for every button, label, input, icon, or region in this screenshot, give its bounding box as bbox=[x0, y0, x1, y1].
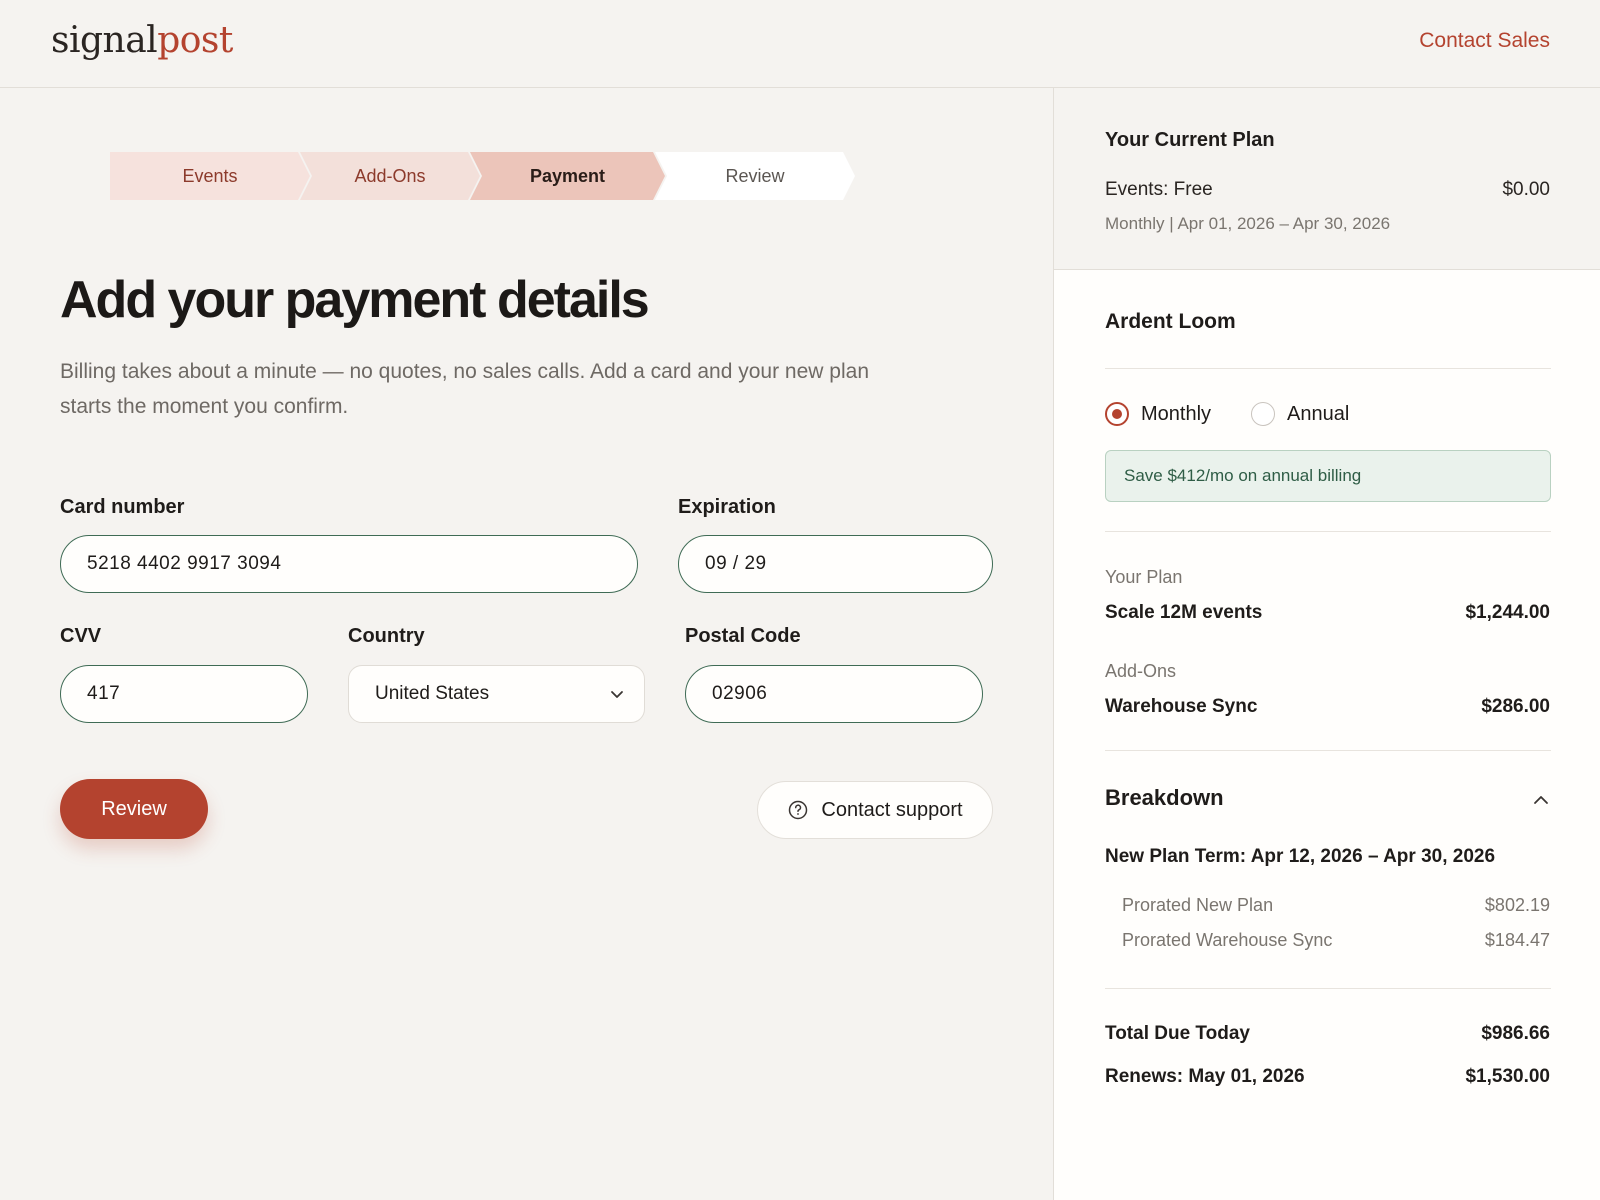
expiration-value: 09 / 29 bbox=[705, 553, 767, 574]
contact-support-button[interactable]: Contact support bbox=[757, 781, 993, 839]
logo[interactable]: signalpost bbox=[51, 20, 233, 61]
postal-code-label: Postal Code bbox=[685, 625, 801, 647]
annual-savings-text: Save $412/mo on annual billing bbox=[1124, 466, 1362, 485]
payment-main: Events Add-Ons Payment Review Add your p… bbox=[0, 88, 1053, 1200]
cvv-label: CVV bbox=[60, 625, 102, 647]
contact-support-label: Contact support bbox=[821, 798, 963, 821]
logo-text-post: post bbox=[157, 20, 233, 61]
contact-sales-link[interactable]: Contact Sales bbox=[1419, 29, 1550, 53]
prorated-plan-value: $802.19 bbox=[1484, 895, 1550, 915]
step-events-label: Events bbox=[182, 165, 238, 186]
radio-monthly-label: Monthly bbox=[1141, 402, 1212, 425]
country-select[interactable]: United States bbox=[348, 665, 645, 723]
renews-label: Renews: May 01, 2026 bbox=[1105, 1066, 1305, 1087]
current-plan-title: Your Current Plan bbox=[1105, 129, 1275, 151]
chevron-down-icon bbox=[611, 691, 623, 698]
logo-text-signal: signal bbox=[51, 20, 158, 61]
top-header: signalpost Contact Sales bbox=[0, 0, 1600, 88]
radio-monthly[interactable]: Monthly bbox=[1105, 402, 1211, 426]
new-plan-term: New Plan Term: Apr 12, 2026 – Apr 30, 20… bbox=[1105, 846, 1496, 867]
country-value: United States bbox=[375, 683, 490, 704]
postal-code-value: 02906 bbox=[712, 683, 768, 704]
billing-cycle-radio-group: Monthly Annual bbox=[1105, 402, 1389, 426]
addons-label: Add-Ons bbox=[1105, 661, 1177, 681]
page-subtitle: Billing takes about a minute — no quotes… bbox=[60, 360, 869, 418]
card-number-label: Card number bbox=[60, 496, 185, 518]
total-due-value: $986.66 bbox=[1481, 1023, 1550, 1044]
step-payment[interactable]: Payment bbox=[470, 152, 665, 200]
step-addons-label: Add-Ons bbox=[354, 165, 426, 186]
prorated-addon-value: $184.47 bbox=[1484, 930, 1550, 950]
step-review[interactable]: Review bbox=[655, 152, 855, 200]
cvv-value: 417 bbox=[87, 683, 121, 704]
addon-name: Warehouse Sync bbox=[1105, 696, 1258, 717]
plan-price: $1,244.00 bbox=[1465, 602, 1550, 623]
current-plan-period: Monthly | Apr 01, 2026 – Apr 30, 2026 bbox=[1105, 214, 1391, 233]
current-plan-card: Your Current Plan Events: Free $0.00 Mon… bbox=[1054, 88, 1600, 270]
postal-code-input[interactable]: 02906 bbox=[685, 665, 983, 723]
step-payment-label: Payment bbox=[529, 165, 606, 186]
renews-value: $1,530.00 bbox=[1465, 1066, 1550, 1087]
total-due-label: Total Due Today bbox=[1105, 1023, 1250, 1044]
divider bbox=[1105, 750, 1551, 751]
prorated-addon-label: Prorated Warehouse Sync bbox=[1122, 930, 1333, 950]
annual-savings-banner: Save $412/mo on annual billing bbox=[1105, 450, 1551, 502]
radio-annual-indicator bbox=[1251, 402, 1276, 426]
expiration-label: Expiration bbox=[678, 496, 776, 518]
divider bbox=[1105, 368, 1551, 369]
step-review-label: Review bbox=[725, 165, 785, 186]
help-circle-icon bbox=[789, 800, 808, 820]
card-number-input[interactable]: 5218 4402 9917 3094 bbox=[60, 535, 638, 593]
review-button[interactable]: Review bbox=[60, 779, 208, 839]
step-addons[interactable]: Add-Ons bbox=[300, 152, 480, 200]
your-plan-label: Your Plan bbox=[1105, 567, 1183, 587]
radio-monthly-indicator bbox=[1105, 402, 1129, 426]
current-plan-price: $0.00 bbox=[1502, 179, 1550, 200]
chevron-up-icon[interactable] bbox=[1532, 791, 1550, 809]
breakdown-title: Breakdown bbox=[1105, 785, 1224, 810]
prorated-plan-label: Prorated New Plan bbox=[1122, 895, 1274, 915]
country-label: Country bbox=[348, 625, 425, 647]
radio-annual[interactable]: Annual bbox=[1251, 402, 1349, 426]
divider bbox=[1105, 531, 1551, 532]
plan-name: Scale 12M events bbox=[1105, 602, 1263, 623]
company-name: Ardent Loom bbox=[1105, 310, 1236, 333]
radio-annual-label: Annual bbox=[1287, 402, 1350, 425]
divider bbox=[1105, 988, 1551, 989]
page-title: Add your payment details bbox=[60, 271, 650, 329]
current-plan-events: Events: Free bbox=[1105, 179, 1213, 200]
step-events[interactable]: Events bbox=[110, 152, 310, 200]
order-summary-sidebar: Your Current Plan Events: Free $0.00 Mon… bbox=[1053, 88, 1600, 1200]
expiration-input[interactable]: 09 / 29 bbox=[678, 535, 993, 593]
checkout-stepper: Events Add-Ons Payment Review bbox=[110, 152, 855, 200]
addon-price: $286.00 bbox=[1481, 696, 1550, 717]
cvv-input[interactable]: 417 bbox=[60, 665, 308, 723]
card-number-value: 5218 4402 9917 3094 bbox=[87, 553, 282, 574]
